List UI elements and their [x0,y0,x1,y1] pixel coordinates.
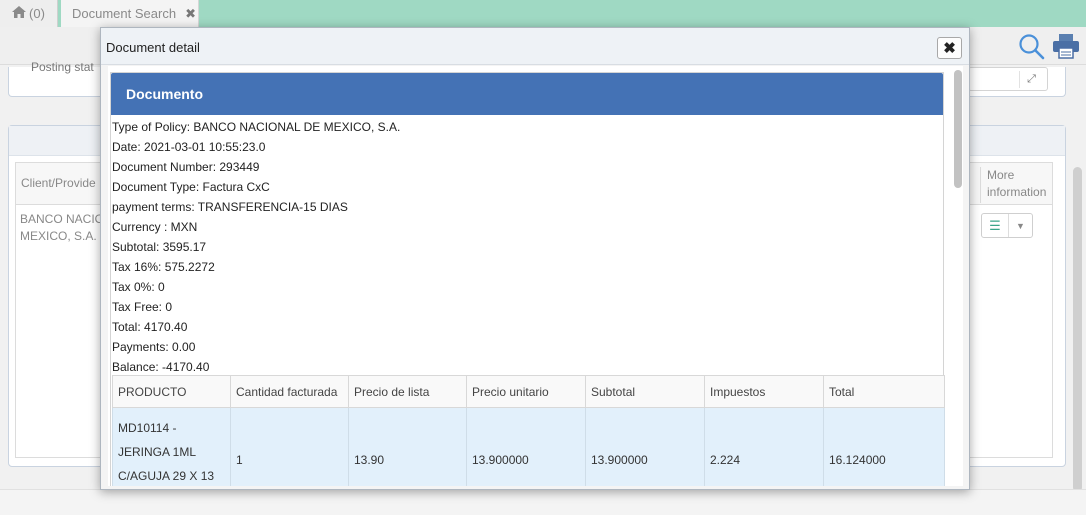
cell-producto: MD10114 - JERINGA 1ML C/AGUJA 29 X 13 [112,407,231,486]
close-icon: ✖ [943,40,956,57]
info-currency: Currency : MXN [112,220,198,234]
cell-precio-unitario: 13.900000 [466,407,586,486]
dialog-scrollbar[interactable] [954,70,962,188]
cell-total: 16.124000 [823,407,945,486]
dialog-body: Documento Type of Policy: BANCO NACIONAL… [108,66,963,486]
column-client-provider[interactable]: Client/Provide [21,176,96,190]
home-icon [12,6,27,21]
info-document-number: Document Number: 293449 [112,160,260,174]
list-icon[interactable]: ☰ [982,214,1009,237]
info-subtotal: Subtotal: 3595.17 [112,240,207,254]
products-table: PRODUCTO Cantidad facturada Precio de li… [112,375,945,486]
dialog-header: Document detail ✖ [101,28,969,65]
document-card: Documento Type of Policy: BANCO NACIONAL… [110,72,945,486]
filter-input[interactable]: ⤢ [968,67,1048,91]
cell-impuestos: 2.224 [704,407,824,486]
close-icon[interactable]: ✖ [185,6,196,22]
print-icon[interactable] [1052,33,1080,62]
tab-document-search[interactable]: Document Search ✖ [61,0,199,27]
dialog-close-button[interactable]: ✖ [937,37,962,59]
cell-precio-lista: 13.90 [348,407,467,486]
expand-icon[interactable]: ⤢ [1019,71,1043,88]
cell-cantidad: 1 [230,407,349,486]
column-producto[interactable]: PRODUCTO [112,375,231,408]
more-info-button[interactable]: ☰ ▼ [981,213,1033,238]
tab-bar: (0) Document Search ✖ [0,0,1086,27]
column-precio-de-lista[interactable]: Precio de lista [348,375,467,408]
chevron-down-icon[interactable]: ▼ [1009,214,1032,237]
column-subtotal[interactable]: Subtotal [585,375,705,408]
section-title: Documento [111,73,943,115]
info-payments: Payments: 0.00 [112,340,196,354]
info-document-type: Document Type: Factura CxC [112,180,270,194]
dialog-title: Document detail [106,40,200,55]
cell-subtotal: 13.900000 [585,407,705,486]
info-tax-0: Tax 0%: 0 [112,280,165,294]
info-tax-free: Tax Free: 0 [112,300,173,314]
home-tab-count: (0) [29,6,45,21]
info-policy-type: Type of Policy: BANCO NACIONAL DE MEXICO… [112,120,401,134]
document-detail-dialog: Document detail ✖ Documento Type of Poli… [100,27,970,490]
column-impuestos[interactable]: Impuestos [704,375,824,408]
info-balance: Balance: -4170.40 [112,360,210,374]
column-precio-unitario[interactable]: Precio unitario [466,375,586,408]
bottom-bar [0,489,1086,515]
table-row[interactable]: MD10114 - JERINGA 1ML C/AGUJA 29 X 13 1 … [112,407,945,486]
table-header-row: PRODUCTO Cantidad facturada Precio de li… [112,375,945,408]
posting-status-label: Posting stat [31,60,94,74]
column-total[interactable]: Total [823,375,945,408]
search-icon[interactable] [1018,33,1046,64]
column-cantidad-facturada[interactable]: Cantidad facturada [230,375,349,408]
client-value: BANCO NACIO MEXICO, S.A. [20,212,105,243]
info-total: Total: 4170.40 [112,320,188,334]
info-date: Date: 2021-03-01 10:55:23.0 [112,140,266,154]
tab-document-search-label: Document Search [72,6,177,21]
page-scrollbar[interactable] [1073,167,1082,492]
column-more-information[interactable]: More information [980,167,1054,203]
tab-home[interactable]: (0) [0,0,58,27]
document-info: Type of Policy: BANCO NACIONAL DE MEXICO… [112,117,942,377]
info-payment-terms: payment terms: TRANSFERENCIA-15 DIAS [112,200,348,214]
info-tax-16: Tax 16%: 575.2272 [112,260,215,274]
